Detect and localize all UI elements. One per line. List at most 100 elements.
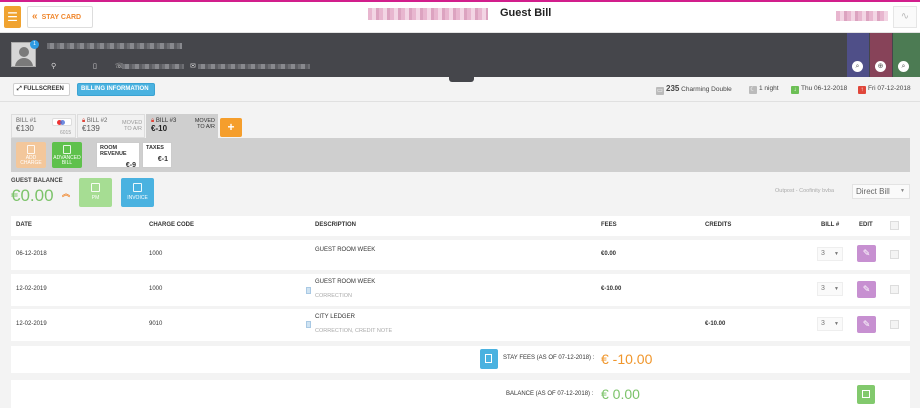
balance-label: BALANCE (AS OF 07-12-2018) : (506, 391, 594, 397)
taxes-label: TAXES (146, 145, 164, 151)
bill-tab-3[interactable]: 🔒︎ BILL #3 €-10 MOVED TO A/R (146, 114, 218, 138)
redacted-hotel-name (368, 8, 488, 20)
room-revenue-summary: ROOM REVENUE €-9 (96, 142, 140, 169)
room-info: ▭ 235 Charming Double (656, 84, 732, 95)
document-icon (485, 354, 492, 363)
table-row (11, 274, 910, 306)
arrival-info: ↓ Thu 06-12-2018 (791, 84, 847, 94)
row-bill-select[interactable]: 3 ▼ (817, 282, 843, 296)
balance-payment-button[interactable] (857, 385, 875, 404)
pencil-icon: ✎ (862, 248, 871, 258)
activity-button[interactable]: ∿ (893, 6, 917, 28)
pencil-icon: ✎ (862, 319, 871, 329)
stay-card-button[interactable]: «STAY CARD (27, 6, 93, 28)
row-description: CITY LEDGER (315, 314, 355, 320)
departure-info: ↑ Fri 07-12-2018 (858, 84, 911, 94)
add-charge-icon (27, 145, 35, 154)
row-description: GUEST ROOM WEEK (315, 279, 376, 285)
bill-type-select[interactable]: Direct Bill ▼ (852, 184, 910, 199)
wallet-icon (91, 183, 100, 192)
taxes-value: €-1 (157, 156, 168, 163)
row-bill-value: 3 (821, 285, 825, 292)
add-charge-button[interactable]: ADD CHARGE (16, 142, 46, 168)
mobile-icon: ▯ (93, 63, 97, 70)
col-edit: EDIT (859, 222, 873, 228)
row-bill-value: 3 (821, 250, 825, 257)
fullscreen-label: FULLSCREEN (23, 86, 64, 92)
pulse-icon: ∿ (900, 11, 910, 22)
divider (0, 101, 920, 102)
arrival-icon: ↓ (791, 86, 799, 94)
balance-value: € 0.00 (601, 386, 640, 402)
col-charge-code: CHARGE CODE (149, 222, 195, 228)
routing-account: Outpost - Coofinity bvba (775, 188, 835, 194)
advanced-bill-icon (63, 145, 71, 154)
fullscreen-button[interactable]: ⤢ FULLSCREEN (13, 83, 70, 96)
double-chevron-up-icon[interactable]: ︽ (62, 190, 70, 198)
stay-fees-row (11, 346, 910, 373)
billing-information-button[interactable]: BILLING INFORMATION (77, 83, 155, 96)
chevron-down-icon: ▼ (834, 251, 839, 257)
col-description: DESCRIPTION (315, 222, 357, 228)
add-bill-button[interactable]: + (220, 118, 242, 137)
document-icon[interactable] (306, 321, 311, 328)
moved-to-ar: MOVED TO A/R (122, 120, 143, 132)
row-sub-description: CORRECTION (315, 293, 352, 299)
redacted-user (836, 11, 888, 21)
document-icon (133, 183, 142, 192)
room-revenue-value: €-9 (125, 162, 136, 169)
row-charge-code: 1000 (149, 286, 163, 292)
row-fees: €-10.00 (601, 286, 622, 292)
stay-fees-document-button[interactable] (480, 349, 498, 369)
col-fees: FEES (601, 222, 617, 228)
pencil-icon: ✎ (862, 284, 871, 294)
moved-to-ar: MOVED TO A/R (194, 118, 215, 130)
chevron-down-icon: ▼ (834, 286, 839, 292)
email-icon: ✉ (190, 63, 196, 70)
chevron-down-icon: ▼ (834, 321, 839, 327)
row-checkbox[interactable] (890, 320, 899, 329)
card-last-digits: 6015 (60, 130, 72, 136)
edit-button[interactable]: ✎ (857, 316, 876, 333)
nights-count: 1 night (759, 85, 779, 92)
bill-tab-1[interactable]: BILL #1 €130 6015 (11, 114, 76, 138)
edit-button[interactable]: ✎ (857, 281, 876, 298)
collapse-handle[interactable] (449, 77, 474, 82)
wallet-icon (862, 390, 870, 398)
row-fees: €0.00 (601, 251, 617, 257)
globe-icon: ⊕ (875, 61, 886, 72)
select-all-checkbox[interactable] (890, 221, 899, 230)
room-type: Charming Double (681, 86, 732, 93)
stay-card-label: STAY CARD (41, 14, 82, 21)
invoice-button[interactable]: INVOICE (121, 178, 154, 207)
guest-link-button[interactable]: ⌕ (893, 33, 920, 77)
advanced-bill-label: ADVANCED BILL (53, 155, 81, 166)
row-date: 12-02-2019 (16, 321, 47, 327)
invoice-label: INVOICE (127, 195, 148, 201)
table-row (11, 240, 910, 270)
document-icon[interactable] (306, 287, 311, 294)
col-bill-number: BILL # (821, 222, 840, 228)
page-title: Guest Bill (500, 7, 552, 19)
search-icon: ⌕ (898, 61, 909, 72)
row-bill-value: 3 (821, 320, 825, 327)
guest-bar (0, 33, 920, 77)
taxes-summary: TAXES €-1 (142, 142, 172, 168)
row-date: 06-12-2018 (16, 251, 47, 257)
row-checkbox[interactable] (890, 250, 899, 259)
row-checkbox[interactable] (890, 285, 899, 294)
payment-button[interactable]: PM (79, 178, 112, 207)
guest-web-button[interactable]: ⊕ (870, 33, 892, 77)
guest-search-button[interactable]: ⌕ (847, 33, 869, 77)
bill-tab-2[interactable]: 🔒︎ BILL #2 €139 MOVED TO A/R (77, 114, 145, 138)
row-bill-select[interactable]: 3 ▼ (817, 317, 843, 331)
edit-button[interactable]: ✎ (857, 245, 876, 262)
table-header (11, 216, 910, 236)
advanced-bill-button[interactable]: ADVANCED BILL (52, 142, 82, 168)
guest-balance-value: €0.00 (11, 186, 54, 205)
double-chevron-left-icon: « (32, 11, 38, 22)
redacted-phone (122, 64, 184, 69)
row-bill-select[interactable]: 3 ▼ (817, 247, 843, 261)
menu-button[interactable]: ☰ (4, 6, 21, 28)
bill-type-value: Direct Bill (856, 187, 890, 196)
